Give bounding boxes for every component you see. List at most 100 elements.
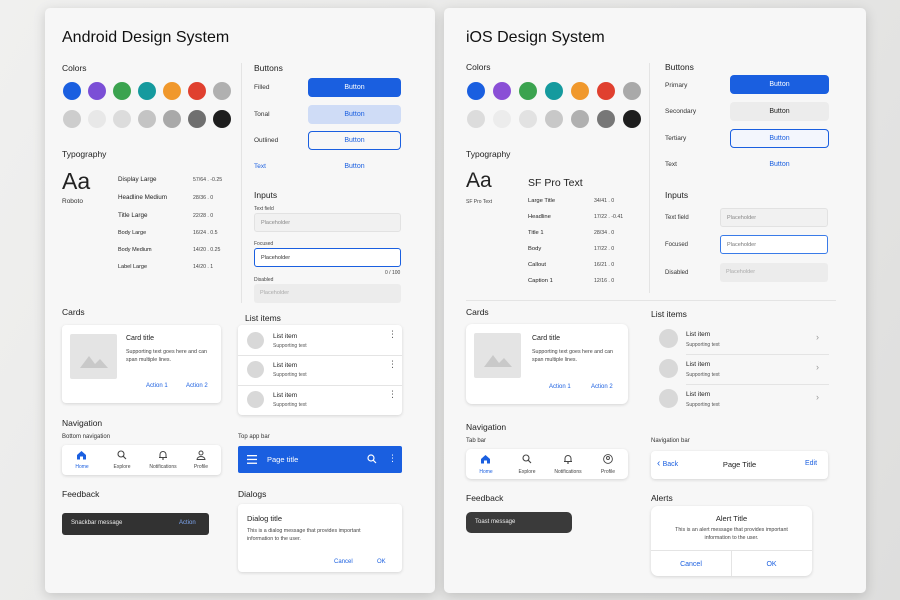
typeface-heading: SF Pro Text xyxy=(528,177,583,189)
disabled-field: Placeholder xyxy=(720,263,828,282)
card-action-2[interactable]: Action 2 xyxy=(591,384,613,390)
text-button[interactable]: Button xyxy=(730,155,829,174)
list-item[interactable]: List item Supporting text ⋮ xyxy=(238,355,402,385)
text-field-label: Text field xyxy=(665,215,689,221)
type-name: Display Large xyxy=(118,176,157,183)
avatar xyxy=(659,389,678,408)
focused-field[interactable]: Placeholder xyxy=(254,248,401,267)
list: List item Supporting text ⋮ List item Su… xyxy=(238,325,402,415)
color-swatch xyxy=(467,110,485,128)
top-app-bar-label: Top app bar xyxy=(238,434,270,440)
tertiary-button[interactable]: Button xyxy=(730,129,829,148)
more-vert-icon[interactable]: ⋮ xyxy=(388,454,397,463)
board-title: Android Design System xyxy=(62,29,230,46)
buttons-heading: Buttons xyxy=(254,63,283,73)
divider xyxy=(241,63,242,303)
feedback-heading: Feedback xyxy=(62,489,100,499)
outlined-button[interactable]: Button xyxy=(308,131,401,150)
list-item[interactable]: List item Supporting text › xyxy=(651,354,829,384)
color-swatch xyxy=(213,82,231,100)
avatar xyxy=(247,391,264,408)
outlined-label: Outlined xyxy=(254,137,279,144)
nav-item-profile[interactable]: Profile xyxy=(183,445,219,475)
ios-board: iOS Design System Colors Buttons Primary… xyxy=(444,8,866,593)
bottom-navigation: Home Explore Notifications Profile xyxy=(62,445,221,475)
card-action-1[interactable]: Action 1 xyxy=(549,384,571,390)
divider xyxy=(466,300,836,301)
type-name: Callout xyxy=(528,262,547,268)
list-item-title: List item xyxy=(273,392,298,399)
nav-item-explore[interactable]: Explore xyxy=(104,445,140,475)
filled-button[interactable]: Button xyxy=(308,78,401,97)
menu-icon[interactable] xyxy=(247,455,257,464)
image-placeholder xyxy=(474,333,521,378)
typography-heading: Typography xyxy=(466,149,511,159)
list: List item Supporting text › List item Su… xyxy=(651,324,829,414)
color-swatch xyxy=(88,82,106,100)
toast-message: Toast message xyxy=(475,519,516,525)
primary-button[interactable]: Button xyxy=(730,75,829,94)
alert-cancel[interactable]: Cancel xyxy=(651,561,731,568)
color-swatch xyxy=(623,82,641,100)
tab-label: Explore xyxy=(518,469,536,475)
tab-notifications[interactable]: Notifications xyxy=(550,449,586,479)
card-action-2[interactable]: Action 2 xyxy=(186,383,208,389)
nav-bar-label: Navigation bar xyxy=(651,438,690,444)
tonal-button[interactable]: Button xyxy=(308,105,401,124)
dialog-cancel[interactable]: Cancel xyxy=(334,559,353,565)
tab-profile[interactable]: Profile xyxy=(590,449,626,479)
focused-field[interactable]: Placeholder xyxy=(720,235,828,254)
color-swatch xyxy=(493,110,511,128)
edit-button[interactable]: Edit xyxy=(805,460,817,467)
list-item[interactable]: List item Supporting text ⋮ xyxy=(238,385,402,415)
more-vert-icon[interactable]: ⋮ xyxy=(388,330,397,339)
tab-home[interactable]: Home xyxy=(468,449,504,479)
text-field[interactable]: Placeholder xyxy=(720,208,828,227)
list-item-sub: Supporting text xyxy=(686,342,720,348)
list-item[interactable]: List item Supporting text › xyxy=(651,324,829,354)
list-item[interactable]: List item Supporting text ⋮ xyxy=(238,325,402,355)
secondary-button[interactable]: Button xyxy=(730,102,829,121)
card-text: Supporting text goes here and can span m… xyxy=(532,349,613,363)
navigation-heading: Navigation xyxy=(466,422,507,432)
search-icon[interactable] xyxy=(367,454,377,464)
inputs-heading: Inputs xyxy=(665,190,689,200)
nav-item-notifications[interactable]: Notifications xyxy=(145,445,181,475)
nav-item-home[interactable]: Home xyxy=(64,445,100,475)
list-item-sub: Supporting text xyxy=(686,402,720,408)
tertiary-label: Tertiary xyxy=(665,135,687,142)
text-button[interactable]: Button xyxy=(308,157,401,176)
type-spec: 14/20 . 1 xyxy=(193,264,214,270)
color-swatch xyxy=(88,110,106,128)
divider xyxy=(649,63,650,293)
color-swatch xyxy=(113,110,131,128)
nav-bar-title: Page Title xyxy=(722,460,757,469)
tab-explore[interactable]: Explore xyxy=(509,449,545,479)
card-action-1[interactable]: Action 1 xyxy=(146,383,168,389)
type-name: Title Large xyxy=(118,212,148,219)
text-field[interactable]: Placeholder xyxy=(254,213,401,232)
type-name: Title 1 xyxy=(528,230,544,236)
snackbar: Snackbar message Action xyxy=(62,513,209,535)
type-spec: 14/20 . 0.25 xyxy=(193,247,221,253)
type-name: Label Large xyxy=(118,264,148,270)
list-item[interactable]: List item Supporting text › xyxy=(651,384,829,414)
bottom-nav-label: Bottom navigation xyxy=(62,434,111,440)
color-swatch xyxy=(163,110,181,128)
typeface-name: SF Pro Text xyxy=(466,199,493,205)
list-item-title: List item xyxy=(273,362,298,369)
alert-ok[interactable]: OK xyxy=(731,561,812,568)
dialog-ok[interactable]: OK xyxy=(377,559,386,565)
type-name: Headline Medium xyxy=(118,194,168,201)
board-title: iOS Design System xyxy=(466,29,605,46)
color-swatch xyxy=(519,82,537,100)
filled-label: Filled xyxy=(254,84,270,91)
type-name: Body Medium xyxy=(118,247,152,253)
color-swatch xyxy=(188,82,206,100)
more-vert-icon[interactable]: ⋮ xyxy=(388,390,397,399)
more-vert-icon[interactable]: ⋮ xyxy=(388,360,397,369)
snackbar-action[interactable]: Action xyxy=(179,520,196,526)
tab-bar-label: Tab bar xyxy=(466,438,487,444)
image-placeholder xyxy=(70,334,117,379)
dialog: Dialog title This is a dialog message th… xyxy=(238,504,402,572)
